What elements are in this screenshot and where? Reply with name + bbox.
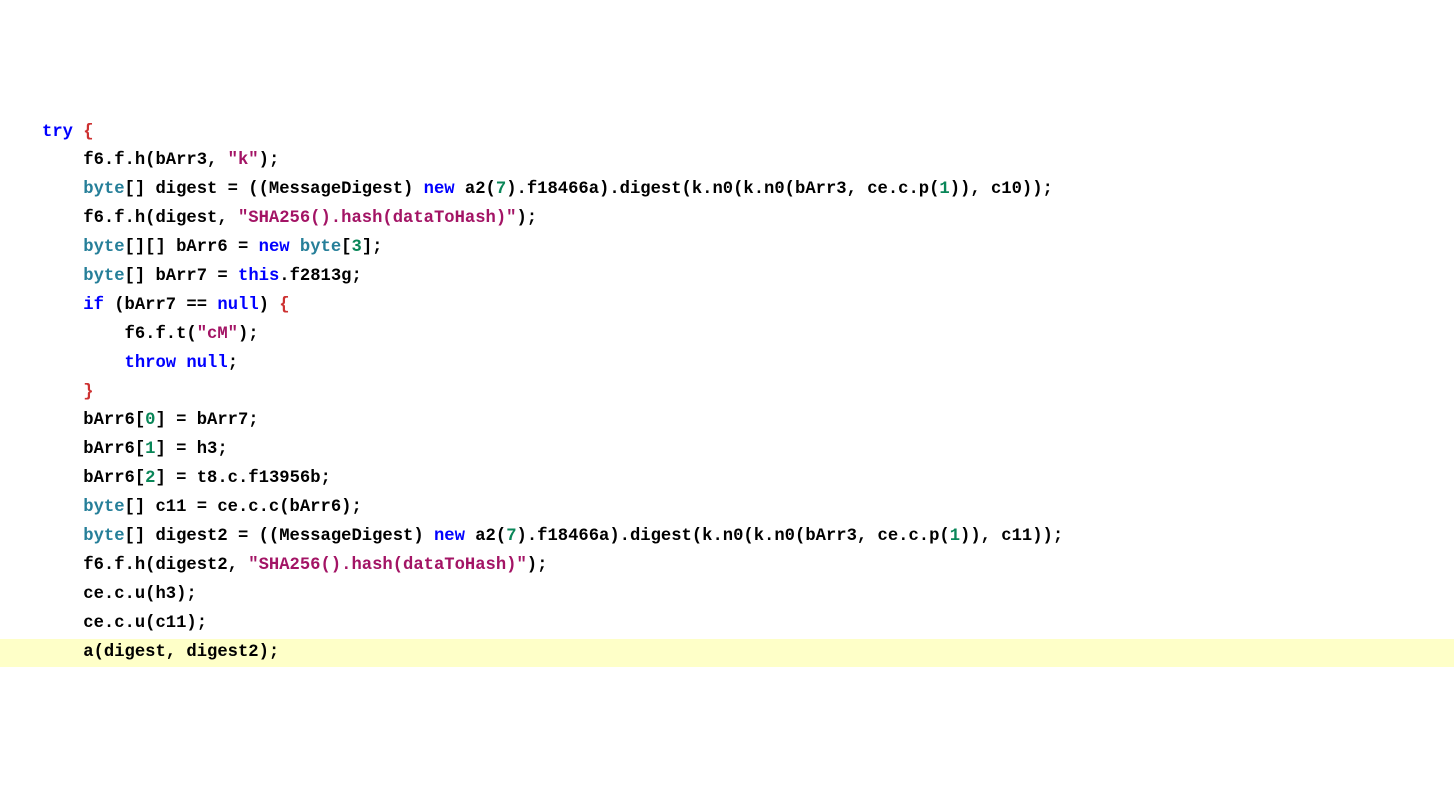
code-line-11: bArr6[0] = bArr7; xyxy=(42,407,1454,436)
code-line-13: bArr6[2] = t8.c.f13956b; xyxy=(42,465,1454,494)
code-line-9: throw null; xyxy=(42,350,1454,379)
code-line-14: byte[] c11 = ce.c.c(bArr6); xyxy=(42,494,1454,523)
code-line-19-highlighted: a(digest, digest2); xyxy=(0,639,1454,668)
code-line-4: f6.f.h(digest, "SHA256().hash(dataToHash… xyxy=(42,205,1454,234)
code-line-2: f6.f.h(bArr3, "k"); xyxy=(42,147,1454,176)
brace-open: { xyxy=(83,123,93,142)
code-line-16: f6.f.h(digest2, "SHA256().hash(dataToHas… xyxy=(42,552,1454,581)
code-line-7: if (bArr7 == null) { xyxy=(42,292,1454,321)
code-line-10: } xyxy=(42,379,1454,408)
code-line-15: byte[] digest2 = ((MessageDigest) new a2… xyxy=(42,523,1454,552)
code-line-12: bArr6[1] = h3; xyxy=(42,436,1454,465)
code-block: try { f6.f.h(bArr3, "k"); byte[] digest … xyxy=(0,116,1454,668)
code-line-17: ce.c.u(h3); xyxy=(42,581,1454,610)
code-line-5: byte[][] bArr6 = new byte[3]; xyxy=(42,234,1454,263)
code-line-3: byte[] digest = ((MessageDigest) new a2(… xyxy=(42,176,1454,205)
code-line-6: byte[] bArr7 = this.f2813g; xyxy=(42,263,1454,292)
code-line-8: f6.f.t("cM"); xyxy=(42,321,1454,350)
keyword-try: try xyxy=(42,123,73,142)
code-line-18: ce.c.u(c11); xyxy=(42,610,1454,639)
code-line-1: try { xyxy=(42,119,1454,148)
